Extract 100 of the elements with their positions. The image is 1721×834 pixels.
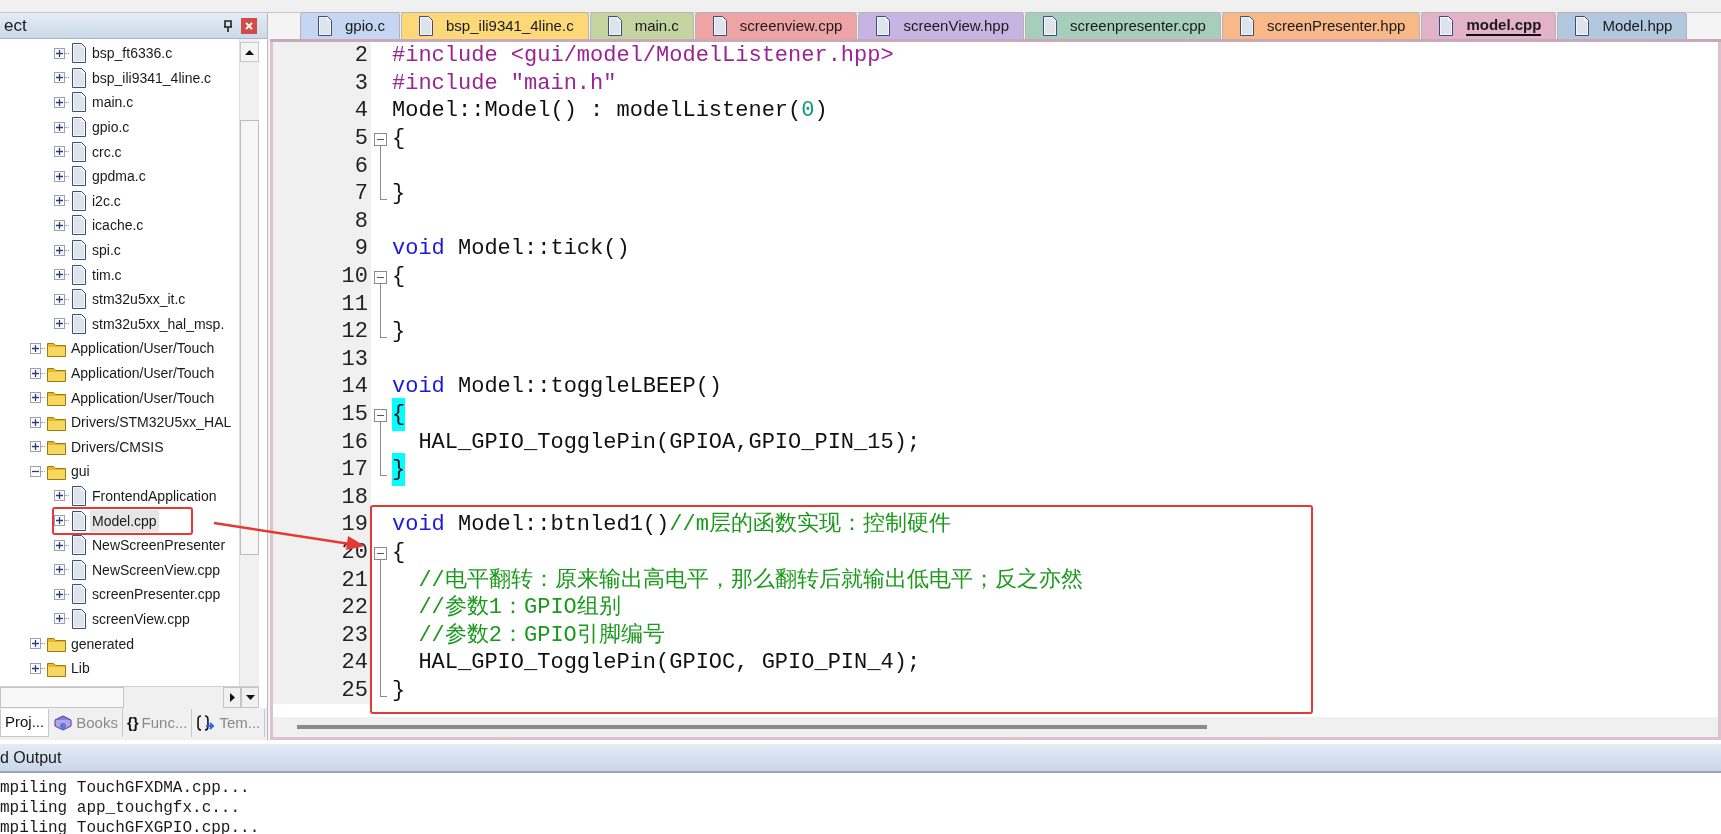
code-line: #include "main.h"	[391, 69, 617, 98]
tree-item[interactable]: Model.cpp	[90, 509, 159, 532]
tree-item[interactable]: Drivers/STM32U5xx_HAL	[69, 411, 234, 434]
tree-item[interactable]: spi.c	[90, 239, 123, 262]
horizontal-scrollbar[interactable]	[0, 686, 259, 708]
tree-item[interactable]: main.c	[90, 91, 136, 114]
scroll-up-button[interactable]	[240, 42, 259, 62]
expand-button[interactable]	[30, 465, 41, 477]
plus-icon	[56, 320, 63, 328]
expand-button[interactable]	[54, 613, 65, 625]
expand-button[interactable]	[54, 564, 65, 576]
file-icon	[71, 215, 87, 236]
line-number: 4	[354, 97, 368, 126]
tree-item[interactable]: Lib	[69, 657, 92, 680]
tree-item[interactable]: crc.c	[90, 140, 124, 163]
horizontal-scrollbar[interactable]	[273, 717, 1718, 737]
expand-button[interactable]	[54, 47, 65, 59]
dropdown-button[interactable]	[241, 687, 259, 708]
editor-tab[interactable]: screenpresenter.cpp	[1025, 12, 1221, 39]
expand-button[interactable]	[54, 72, 65, 84]
expand-button[interactable]	[30, 342, 41, 354]
pin-icon[interactable]	[223, 19, 233, 32]
panel-title: ect	[4, 14, 28, 37]
expand-button[interactable]	[30, 638, 41, 650]
close-button[interactable]	[241, 17, 257, 34]
line-number: 16	[341, 428, 368, 457]
panel-tab[interactable]: {} Func...	[122, 709, 193, 737]
fold-button[interactable]	[374, 132, 387, 146]
plus-icon	[56, 74, 63, 82]
file-icon	[71, 166, 87, 187]
file-icon	[71, 510, 87, 531]
tree-item[interactable]: gui	[69, 460, 92, 483]
tree-item[interactable]: screenPresenter.cpp	[90, 583, 223, 606]
expand-button[interactable]	[54, 269, 65, 281]
scroll-thumb[interactable]	[297, 725, 1207, 729]
editor-tab[interactable]: screenPresenter.hpp	[1221, 12, 1421, 39]
editor-tab[interactable]: Model.hpp	[1557, 12, 1688, 39]
expand-button[interactable]	[54, 121, 65, 133]
expand-button[interactable]	[54, 195, 65, 207]
vertical-scrollbar[interactable]	[239, 39, 259, 686]
plus-icon	[56, 99, 63, 106]
editor-tab[interactable]: model.cpp	[1421, 12, 1557, 39]
expand-button[interactable]	[54, 318, 65, 330]
expand-button[interactable]	[54, 97, 65, 108]
panel-tab[interactable]: Proj...	[0, 709, 50, 737]
expand-button[interactable]	[54, 219, 65, 231]
file-icon	[71, 313, 87, 334]
tree-item[interactable]: Drivers/CMSIS	[69, 435, 166, 458]
fold-button[interactable]	[374, 270, 387, 284]
tree-item[interactable]: Application/User/Touch	[69, 386, 217, 409]
expand-button[interactable]	[54, 490, 65, 502]
editor-tab[interactable]: screenView.hpp	[858, 12, 1025, 39]
file-icon	[71, 264, 87, 285]
tree-item[interactable]: stm32u5xx_it.c	[90, 288, 188, 311]
expand-button[interactable]	[54, 515, 65, 527]
tree-item[interactable]: gpdma.c	[90, 165, 148, 188]
plus-icon	[32, 640, 39, 648]
plus-icon	[32, 394, 39, 402]
expand-button[interactable]	[54, 588, 65, 600]
tree-item[interactable]: screenView.cpp	[90, 607, 192, 630]
fold-button[interactable]	[374, 546, 387, 560]
tree-item[interactable]: NewScreenView.cpp	[90, 558, 223, 581]
tree-item[interactable]: bsp_ili9341_4line.c	[90, 66, 214, 89]
plus-icon	[56, 590, 63, 598]
tree-item[interactable]: icache.c	[90, 214, 146, 237]
tree-item[interactable]: generated	[69, 632, 137, 655]
expand-button[interactable]	[30, 416, 41, 428]
file-icon	[317, 16, 333, 36]
expand-button[interactable]	[30, 367, 41, 379]
template-icon	[196, 714, 217, 732]
plus-icon	[56, 246, 63, 254]
fold-button[interactable]	[374, 408, 387, 422]
down-arrow-icon	[245, 695, 255, 700]
expand-button[interactable]	[54, 170, 65, 182]
code-line: }	[391, 676, 406, 705]
expand-button[interactable]	[30, 662, 41, 674]
expand-button[interactable]	[30, 392, 41, 404]
editor-tab[interactable]: gpio.c	[300, 12, 401, 39]
tree-item[interactable]: bsp_ft6336.c	[90, 42, 175, 65]
scroll-right-button[interactable]	[223, 687, 241, 708]
tree-item[interactable]: stm32u5xx_hal_msp.	[90, 312, 227, 335]
tree-item[interactable]: FrontendApplication	[90, 485, 219, 507]
expand-button[interactable]	[54, 244, 65, 256]
tree-item[interactable]: Application/User/Touch	[69, 362, 217, 384]
scroll-thumb[interactable]	[0, 687, 124, 708]
tree-item[interactable]: Application/User/Touch	[69, 337, 217, 360]
expand-button[interactable]	[30, 441, 41, 453]
tree-item[interactable]: tim.c	[90, 263, 124, 286]
expand-button[interactable]	[54, 146, 65, 158]
tree-item[interactable]: NewScreenPresenter	[90, 534, 228, 557]
scroll-thumb[interactable]	[240, 120, 259, 555]
tree-item[interactable]: gpio.c	[90, 116, 132, 139]
line-number: 24	[341, 649, 368, 678]
editor-tab[interactable]: bsp_ili9341_4line.c	[401, 12, 589, 39]
editor-tab[interactable]: main.c	[589, 12, 694, 39]
expand-button[interactable]	[54, 293, 65, 305]
tree-item[interactable]: i2c.c	[90, 189, 123, 212]
file-icon	[1574, 16, 1591, 36]
expand-button[interactable]	[54, 539, 65, 551]
editor-tab[interactable]: screenview.cpp	[694, 12, 858, 39]
